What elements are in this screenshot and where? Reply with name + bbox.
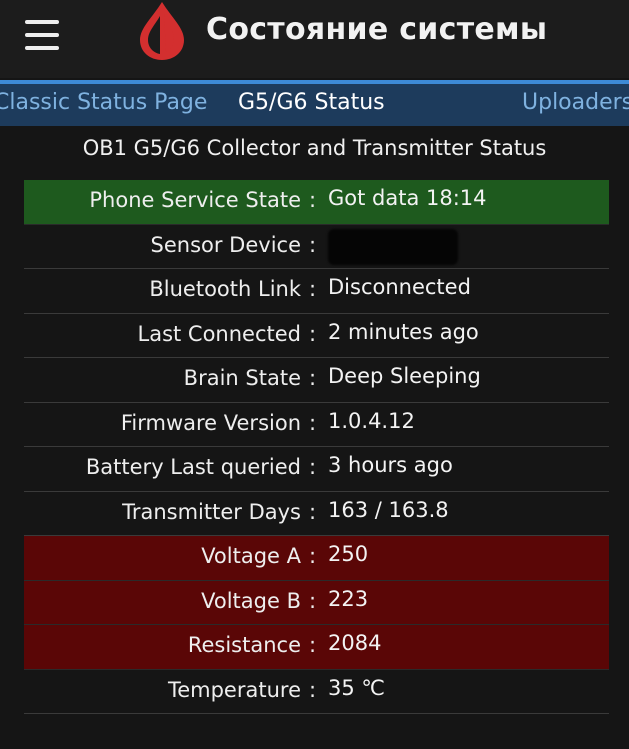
row-separator: :: [309, 410, 317, 435]
row-label: Firmware Version: [120, 410, 301, 435]
row-value: 3 hours ago: [328, 453, 453, 477]
row-separator: :: [309, 188, 317, 212]
tab-classic-status-page[interactable]: Classic Status Page: [0, 90, 207, 115]
row-separator: :: [309, 277, 317, 301]
menu-bar: [25, 20, 59, 24]
row-separator: :: [309, 232, 317, 257]
tab-uploaders[interactable]: Uploaders: [522, 90, 629, 115]
row-separator: :: [309, 321, 317, 346]
status-row-bluetooth-link: Bluetooth Link : Disconnected: [24, 269, 609, 314]
page-subtitle: OB1 G5/G6 Collector and Transmitter Stat…: [82, 136, 547, 160]
row-label: Phone Service State: [89, 188, 301, 212]
hamburger-menu-icon[interactable]: [22, 18, 62, 52]
row-value: Got data 18:14: [328, 186, 487, 210]
blood-drop-logo-icon: [140, 2, 184, 60]
row-separator: :: [309, 633, 317, 657]
row-separator: :: [309, 499, 317, 524]
row-label: Voltage A: [201, 544, 301, 568]
app-window: Состояние системы Classic Status Page G5…: [0, 0, 629, 749]
row-value: 163 / 163.8: [328, 497, 449, 522]
status-row-phone-service-state: Phone Service State : Got data 18:14: [24, 180, 609, 225]
row-value: 223: [328, 586, 369, 611]
redacted-value: [328, 228, 458, 265]
status-row-temperature: Temperature : 35 ℃: [24, 670, 609, 714]
row-value: Deep Sleeping: [328, 364, 481, 388]
row-label: Bluetooth Link: [149, 277, 301, 301]
status-row-battery-last-queried: Battery Last queried : 3 hours ago: [24, 447, 609, 492]
app-header: Состояние системы: [0, 0, 629, 78]
row-label: Resistance: [187, 633, 301, 657]
status-row-voltage-b: Voltage B : 223: [24, 580, 609, 625]
row-label: Transmitter Days: [122, 499, 301, 524]
status-row-firmware-version: Firmware Version : 1.0.4.12: [24, 403, 609, 447]
menu-bar: [25, 46, 59, 50]
row-value: 1.0.4.12: [328, 408, 415, 433]
row-value: 35 ℃: [328, 675, 385, 700]
row-value: 250: [328, 542, 369, 566]
row-label: Last Connected: [137, 321, 302, 346]
app-title: Состояние системы: [206, 12, 548, 47]
status-row-brain-state: Brain State : Deep Sleeping: [24, 358, 609, 403]
row-label: Sensor Device: [150, 232, 301, 257]
row-separator: :: [309, 544, 317, 568]
status-row-sensor-device: Sensor Device :: [24, 225, 609, 269]
status-row-voltage-a: Voltage A : 250: [24, 536, 609, 581]
status-table: Phone Service State : Got data 18:14 Sen…: [24, 180, 609, 714]
row-value: 2084: [328, 631, 382, 655]
menu-bar: [25, 33, 59, 37]
row-value: Disconnected: [328, 275, 471, 299]
row-label: Voltage B: [201, 588, 301, 613]
row-separator: :: [309, 677, 317, 702]
row-label: Temperature: [167, 677, 301, 702]
row-separator: :: [309, 455, 317, 479]
row-label: Brain State: [183, 366, 301, 390]
row-label: Battery Last queried: [85, 455, 301, 479]
status-row-resistance: Resistance : 2084: [24, 625, 609, 670]
status-row-transmitter-days: Transmitter Days : 163 / 163.8: [24, 492, 609, 536]
row-separator: :: [309, 588, 317, 613]
tab-bar: Classic Status Page G5/G6 Status Uploade…: [0, 80, 629, 126]
row-separator: :: [309, 366, 317, 390]
tab-g5-g6-status[interactable]: G5/G6 Status: [238, 90, 385, 115]
row-value: 2 minutes ago: [328, 319, 479, 344]
status-row-last-connected: Last Connected : 2 minutes ago: [24, 314, 609, 358]
